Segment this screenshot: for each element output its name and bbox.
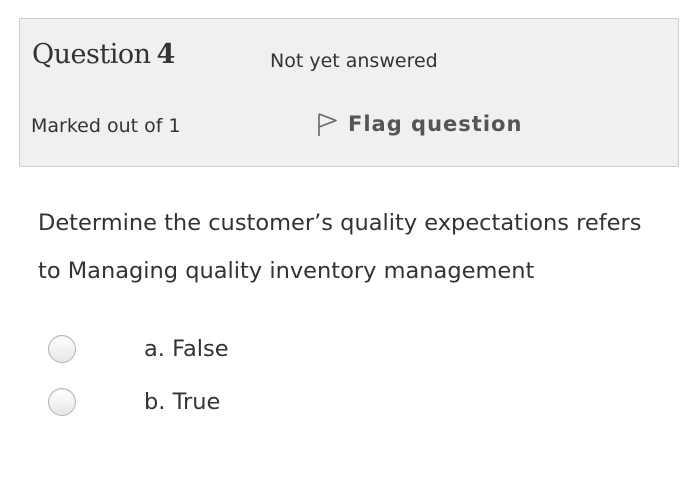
flag-question-button[interactable]: Flag question — [316, 111, 522, 137]
answer-a-label[interactable]: a. False — [144, 336, 229, 362]
answer-b-label[interactable]: b. True — [144, 389, 220, 415]
question-number: 4 — [156, 39, 176, 70]
question-grade: Marked out of 1 — [31, 115, 181, 137]
answer-a-radio[interactable] — [48, 335, 76, 363]
answer-option-a[interactable]: a. False — [48, 335, 229, 363]
question-text: Determine the customer’s quality expecta… — [38, 210, 642, 284]
answer-b-radio[interactable] — [48, 388, 76, 416]
flag-question-label: Flag question — [348, 112, 523, 136]
question-state: Not yet answered — [270, 50, 438, 72]
question-info-panel: Question 4 Not yet answered Marked out of… — [19, 18, 679, 167]
flag-icon — [316, 111, 338, 137]
question-number-heading: Question 4 — [32, 39, 175, 70]
question-label: Question — [32, 39, 151, 70]
answer-option-b[interactable]: b. True — [48, 388, 220, 416]
